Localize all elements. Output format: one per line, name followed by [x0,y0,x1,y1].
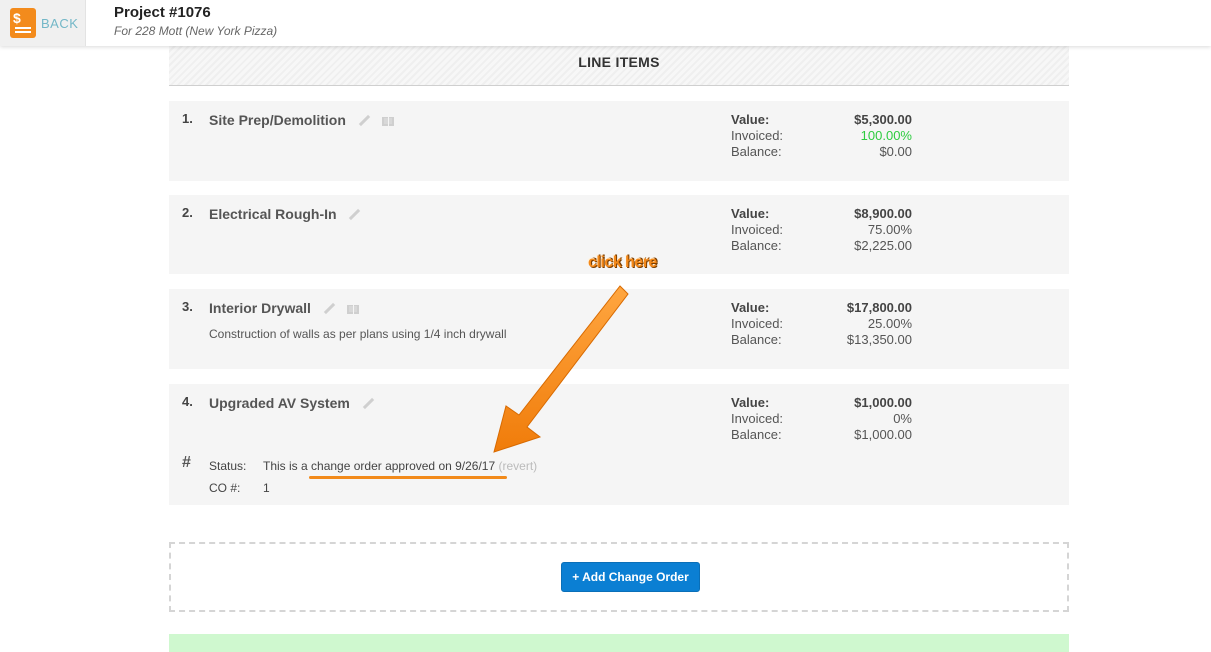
edit-pencil-icon[interactable] [348,209,360,221]
item-name: Electrical Rough-In [209,206,337,222]
invoiced-percent: 100.00% [860,128,912,143]
item-values: Value: $5,300.00 Invoiced: 100.00% Balance… [731,112,912,160]
back-button[interactable]: BACK [0,0,86,46]
status-text: This is a [263,459,312,473]
invoiced-percent: 75.00% [867,222,912,237]
book-icon[interactable] [346,305,359,315]
item-values: Value: $17,800.00 Invoiced: 25.00% Balance… [731,300,912,348]
item-name-row: Upgraded AV System [209,395,374,412]
value-label: Value: [731,300,770,315]
annotation-underline [309,476,507,479]
value-label: Value: [731,112,770,127]
balance-label: Balance: [731,144,782,159]
summary-bar [169,634,1069,652]
invoiced-label: Invoiced: [731,411,784,426]
co-value: 1 [263,481,270,495]
project-title: Project #1076 [114,4,211,21]
balance-label: Balance: [731,332,782,347]
invoice-dollar-icon [10,8,36,38]
co-number-row: CO #: 1 [209,481,270,495]
edit-pencil-icon[interactable] [358,115,370,127]
item-name-row: Electrical Rough-In [209,206,360,223]
invoiced-label: Invoiced: [731,128,784,143]
value-label: Value: [731,206,770,221]
co-label: CO #: [209,481,241,495]
value-amount: $1,000.00 [854,395,912,410]
line-item: 4. Upgraded AV System Value: $1,000.00 In… [169,384,1069,505]
line-item: 3. Interior Drywall Construction of wall… [169,289,1069,369]
add-change-order-button[interactable]: + Add Change Order [561,562,700,592]
balance-amount: $2,225.00 [854,238,912,253]
item-values: Value: $8,900.00 Invoiced: 75.00% Balance:… [731,206,912,254]
invoiced-label: Invoiced: [731,222,784,237]
value-amount: $5,300.00 [854,112,912,127]
item-number: 1. [182,111,193,126]
invoiced-percent: 0% [893,411,912,426]
line-item: 1. Site Prep/Demolition Value: $5,300.00 … [169,101,1069,181]
balance-label: Balance: [731,238,782,253]
item-name: Upgraded AV System [209,395,350,411]
item-values: Value: $1,000.00 Invoiced: 0% Balance: $1,0… [731,395,912,443]
item-name: Interior Drywall [209,300,311,316]
balance-amount: $0.00 [879,144,912,159]
edit-pencil-icon[interactable] [323,303,335,315]
invoiced-percent: 25.00% [867,316,912,331]
status-label: Status: [209,459,247,473]
balance-amount: $1,000.00 [854,427,912,442]
balance-amount: $13,350.00 [846,332,912,347]
item-name-row: Site Prep/Demolition [209,112,394,129]
value-label: Value: [731,395,770,410]
value-amount: $8,900.00 [854,206,912,221]
item-number: 3. [182,299,193,314]
status-row: Status: This is a change order approved o… [209,459,537,473]
item-number: 2. [182,205,193,220]
line-items-header: LINE ITEMS [169,46,1069,86]
item-description: Construction of walls as per plans using… [209,327,507,341]
change-order-link[interactable]: change order approved on 9/26/17 [311,459,495,473]
value-amount: $17,800.00 [846,300,912,315]
invoiced-label: Invoiced: [731,316,784,331]
project-subtitle: For 228 Mott (New York Pizza) [114,24,278,38]
top-bar: BACK Project #1076 For 228 Mott (New Yor… [0,0,1211,46]
item-name-row: Interior Drywall [209,300,359,317]
annotation-label: click here [588,254,657,271]
hash-icon: # [182,454,191,471]
book-icon[interactable] [381,117,394,127]
edit-pencil-icon[interactable] [362,398,374,410]
revert-link[interactable]: (revert) [499,459,538,473]
back-label: BACK [41,15,79,31]
item-number: 4. [182,394,193,409]
add-change-order-area: + Add Change Order [169,542,1069,612]
balance-label: Balance: [731,427,782,442]
item-name: Site Prep/Demolition [209,112,346,128]
